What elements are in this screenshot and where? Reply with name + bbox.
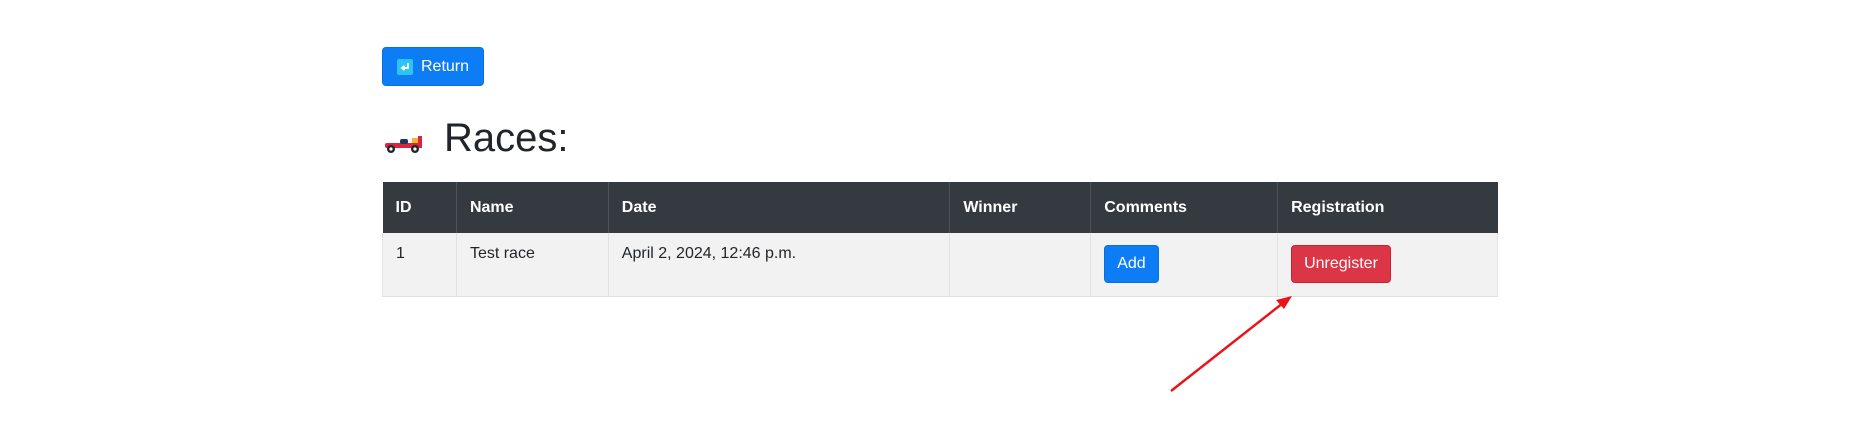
races-table: ID Name Date Winner Comments Registratio… <box>382 182 1498 297</box>
return-arrow-icon <box>397 58 413 75</box>
page-title: Races: <box>444 115 569 160</box>
race-name-cell: Test race <box>456 233 609 297</box>
table-row: 1 Test race April 2, 2024, 12:46 p.m. Ad… <box>382 233 1498 297</box>
page-header: Races: <box>382 114 1498 162</box>
return-button-label: Return <box>421 57 470 75</box>
race-date-cell: April 2, 2024, 12:46 p.m. <box>608 233 951 297</box>
column-header-id: ID <box>382 182 457 233</box>
race-winner-cell <box>949 233 1092 297</box>
table-header-row: ID Name Date Winner Comments Registratio… <box>382 182 1498 233</box>
unregister-button[interactable]: Unregister <box>1291 245 1391 283</box>
column-header-date: Date <box>608 182 951 233</box>
add-comment-button[interactable]: Add <box>1104 245 1159 283</box>
column-header-comments: Comments <box>1090 182 1279 233</box>
column-header-name: Name <box>456 182 609 233</box>
races-page: Return Races: ID Name Date Winner Commen… <box>382 47 1498 297</box>
race-id-cell: 1 <box>382 233 457 297</box>
return-button[interactable]: Return <box>382 47 485 86</box>
column-header-registration: Registration <box>1277 182 1498 233</box>
comments-cell: Add <box>1090 233 1279 297</box>
registration-cell: Unregister <box>1277 233 1498 297</box>
race-car-icon <box>382 131 426 155</box>
column-header-winner: Winner <box>949 182 1092 233</box>
